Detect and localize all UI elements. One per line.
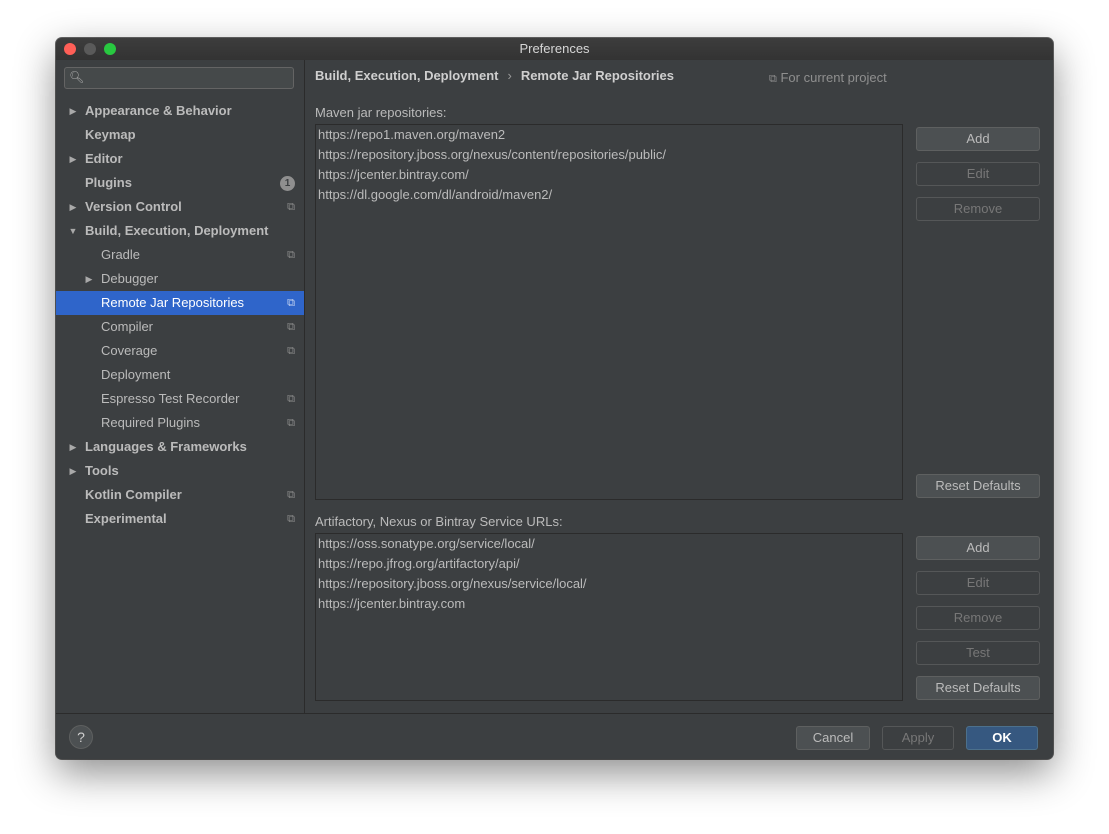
- maven-section-label: Maven jar repositories:: [315, 105, 447, 120]
- triangle-down-icon[interactable]: ▼: [68, 219, 78, 243]
- list-item[interactable]: https://repository.jboss.org/nexus/conte…: [316, 145, 902, 165]
- settings-tree: ▶ Appearance & Behavior Keymap ▶ Editor Plugi…: [56, 99, 304, 531]
- maven-repo-list[interactable]: https://repo1.maven.org/maven2 https://re…: [315, 124, 903, 500]
- sidebar-item-label: Kotlin Compiler: [85, 487, 182, 502]
- sidebar-item[interactable]: Gradle ⧉: [56, 243, 304, 267]
- copy-icon: ⧉: [287, 393, 295, 405]
- window-title: Preferences: [519, 41, 590, 56]
- sidebar-item-label: Espresso Test Recorder: [101, 391, 240, 406]
- for-current-project-label: For current project: [780, 70, 887, 85]
- sidebar-item-label: Deployment: [101, 367, 171, 382]
- sidebar-item[interactable]: Kotlin Compiler ⧉: [56, 483, 304, 507]
- sidebar-item[interactable]: Keymap: [56, 123, 304, 147]
- sidebar-item-label: Required Plugins: [101, 415, 201, 430]
- search-input[interactable]: [91, 69, 291, 89]
- sidebar-item[interactable]: ▶ Appearance & Behavior: [56, 99, 304, 123]
- triangle-right-icon[interactable]: ▶: [68, 195, 78, 219]
- sidebar-item[interactable]: Plugins 1: [56, 171, 304, 195]
- service-url-list[interactable]: https://oss.sonatype.org/service/local/h…: [315, 533, 903, 701]
- sidebar-item[interactable]: Experimental ⧉: [56, 507, 304, 531]
- sidebar-item[interactable]: ▶ Editor: [56, 147, 304, 171]
- copy-icon: ⧉: [287, 417, 295, 429]
- maven-reset-defaults-button[interactable]: Reset Defaults: [916, 474, 1040, 498]
- list-item[interactable]: https://repository.jboss.org/nexus/servi…: [316, 574, 902, 594]
- list-item[interactable]: https://dl.google.com/dl/android/maven2/: [316, 185, 902, 205]
- triangle-right-icon[interactable]: ▶: [84, 267, 94, 291]
- copy-icon: ⧉: [287, 297, 295, 309]
- search-icon: 🔍︎: [69, 70, 85, 84]
- sidebar-item-label: Compiler: [101, 319, 154, 334]
- service-reset-defaults-button[interactable]: Reset Defaults: [916, 676, 1040, 700]
- sidebar-item-label: Keymap: [85, 127, 136, 142]
- ok-button[interactable]: OK: [966, 726, 1038, 750]
- sidebar-item-label: Build, Execution, Deployment: [85, 223, 269, 238]
- sidebar-item-label: Appearance & Behavior: [85, 103, 232, 118]
- for-current-project-note: ⧉ For current project: [769, 70, 887, 86]
- maven-edit-button[interactable]: Edit: [916, 162, 1040, 186]
- sidebar-item[interactable]: Coverage ⧉: [56, 339, 304, 363]
- sidebar-item[interactable]: ▶ Languages & Frameworks: [56, 435, 304, 459]
- sidebar-item-label: Version Control: [85, 199, 182, 214]
- triangle-right-icon[interactable]: ▶: [68, 459, 78, 483]
- sidebar-item[interactable]: ▶ Debugger: [56, 267, 304, 291]
- settings-search[interactable]: 🔍︎: [64, 67, 294, 89]
- triangle-right-icon[interactable]: ▶: [68, 435, 78, 459]
- service-add-button[interactable]: Add: [916, 536, 1040, 560]
- copy-icon: ⧉: [287, 249, 295, 261]
- settings-content: Build, Execution, Deployment › Remote Jar …: [305, 60, 1053, 713]
- sidebar-item[interactable]: ▼ Build, Execution, Deployment: [56, 219, 304, 243]
- cancel-button[interactable]: Cancel: [796, 726, 870, 750]
- sidebar-item-label: Experimental: [85, 511, 167, 526]
- breadcrumb: Build, Execution, Deployment › Remote Jar …: [315, 68, 674, 83]
- triangle-right-icon[interactable]: ▶: [68, 147, 78, 171]
- sidebar-item[interactable]: Espresso Test Recorder ⧉: [56, 387, 304, 411]
- copy-icon: ⧉: [287, 321, 295, 333]
- service-test-button[interactable]: Test: [916, 641, 1040, 665]
- breadcrumb-item: Remote Jar Repositories: [520, 68, 674, 83]
- title-bar: Preferences: [56, 38, 1053, 61]
- list-item[interactable]: https://jcenter.bintray.com: [316, 594, 902, 614]
- sidebar-item-label: Gradle: [101, 247, 141, 262]
- copy-icon: ⧉: [287, 201, 295, 213]
- copy-icon: ⧉: [287, 345, 295, 357]
- help-button[interactable]: ?: [69, 725, 93, 749]
- sidebar-item[interactable]: ▶ Tools: [56, 459, 304, 483]
- sidebar-item[interactable]: Deployment: [56, 363, 304, 387]
- sidebar-item[interactable]: ▶ Version Control ⧉: [56, 195, 304, 219]
- sidebar-item-label: Editor: [85, 151, 123, 166]
- copy-icon: ⧉: [287, 489, 295, 501]
- sidebar-item[interactable]: Compiler ⧉: [56, 315, 304, 339]
- sidebar-item-label: Languages & Frameworks: [85, 439, 247, 454]
- sidebar-item-label: Plugins: [85, 175, 132, 190]
- copy-icon: ⧉: [769, 73, 777, 85]
- breadcrumb-item[interactable]: Build, Execution, Deployment: [315, 68, 498, 83]
- apply-button[interactable]: Apply: [882, 726, 954, 750]
- copy-icon: ⧉: [287, 513, 295, 525]
- maven-add-button[interactable]: Add: [916, 127, 1040, 151]
- list-item[interactable]: https://jcenter.bintray.com/: [316, 165, 902, 185]
- sidebar-item[interactable]: Required Plugins ⧉: [56, 411, 304, 435]
- sidebar-item-label: Debugger: [101, 271, 159, 286]
- list-item[interactable]: https://repo.jfrog.org/artifactory/api/: [316, 554, 902, 574]
- service-edit-button[interactable]: Edit: [916, 571, 1040, 595]
- settings-sidebar: 🔍︎ ▶ Appearance & Behavior Keymap ▶ Editor Pl…: [56, 60, 305, 713]
- triangle-right-icon[interactable]: ▶: [68, 99, 78, 123]
- chevron-right-icon: ›: [507, 68, 512, 83]
- service-remove-button[interactable]: Remove: [916, 606, 1040, 630]
- sidebar-item-label: Remote Jar Repositories: [101, 295, 245, 310]
- list-item[interactable]: https://repo1.maven.org/maven2: [316, 125, 902, 145]
- sidebar-item-label: Coverage: [101, 343, 158, 358]
- dialog-footer: ? Cancel Apply OK: [56, 713, 1053, 759]
- preferences-window: Preferences 🔍︎ ▶ Appearance & Behavior Key…: [56, 38, 1053, 759]
- maven-remove-button[interactable]: Remove: [916, 197, 1040, 221]
- update-count-badge: 1: [280, 176, 295, 191]
- sidebar-item-label: Tools: [85, 463, 119, 478]
- service-section-label: Artifactory, Nexus or Bintray Service UR…: [315, 514, 563, 529]
- list-item[interactable]: https://oss.sonatype.org/service/local/: [316, 534, 902, 554]
- sidebar-item[interactable]: Remote Jar Repositories ⧉: [56, 291, 304, 315]
